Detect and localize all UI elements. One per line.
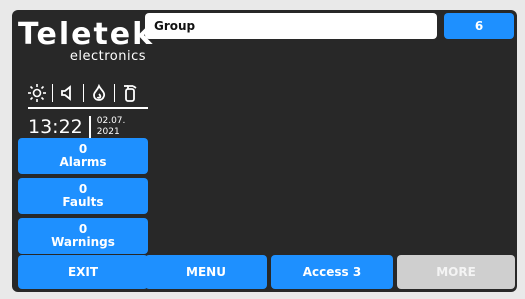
teletek-logo: Teletek electronics [18,17,155,70]
alarms-label: Alarms [59,155,107,169]
clock-date-year: 2021 [96,127,120,137]
status-divider [28,107,148,109]
warnings-button[interactable]: 0 Warnings [18,218,148,254]
panel-screen: Teletek electronics 13:22 02.07. 2021 0 … [12,10,517,292]
alarms-button[interactable]: 0 Alarms [18,138,148,174]
clock-date: 02.07. 2021 [97,116,126,138]
group-count-button[interactable]: 6 [444,13,514,39]
group-field[interactable]: Group [145,13,437,39]
clock: 13:22 02.07. 2021 [28,113,152,141]
warnings-label: Warnings [51,235,115,249]
fire-icon [88,82,110,104]
icon-divider [114,84,115,102]
brand-name: Teletek [18,17,155,52]
speaker-icon [57,82,79,104]
faults-label: Faults [62,195,104,209]
sun-icon [26,82,48,104]
clock-time: 13:22 [28,116,83,138]
clock-date-day: 02.07. [96,116,126,126]
brand-subtitle: electronics [69,49,146,64]
menu-button[interactable]: MENU [145,255,267,289]
clock-divider [88,116,91,138]
more-button[interactable]: MORE [397,255,515,289]
icon-divider [52,84,53,102]
faults-button[interactable]: 0 Faults [18,178,148,214]
status-icons-row [26,80,150,106]
access-level-button[interactable]: Access 3 [271,255,393,289]
exit-button[interactable]: EXIT [18,255,148,289]
extinguisher-icon [119,82,141,104]
icon-divider [83,84,84,102]
